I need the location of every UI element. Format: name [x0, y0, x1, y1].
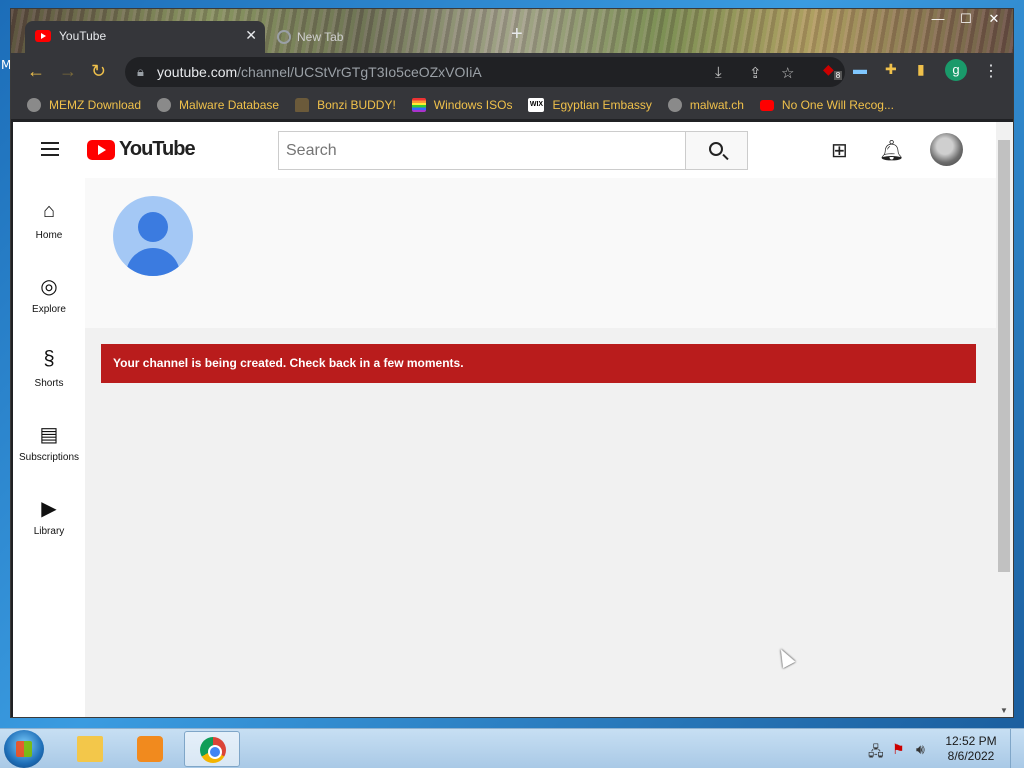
- sidebar-item-subscriptions[interactable]: ▤ Subscriptions: [13, 422, 85, 463]
- globe-icon: [157, 98, 172, 112]
- back-arrow-icon[interactable]: ←: [27, 61, 45, 82]
- globe-icon: [667, 98, 682, 112]
- sidebar-item-library[interactable]: ▶ Library: [13, 496, 85, 537]
- browser-window: YouTube ✕ New Tab + — ☐ ✕ ← → ↻ 🔒︎ youtu…: [10, 8, 1014, 718]
- close-window-button[interactable]: ✕: [985, 11, 1003, 27]
- tab-youtube[interactable]: YouTube ✕: [25, 21, 265, 53]
- lock-icon: 🔒︎: [137, 64, 144, 79]
- chrome-menu-icon[interactable]: ⋮: [983, 61, 999, 81]
- bookmark-bonzi-buddy[interactable]: Bonzi BUDDY!: [295, 98, 396, 112]
- scroll-down-arrow-icon[interactable]: ▼: [1000, 706, 1008, 715]
- youtube-icon: [759, 99, 774, 111]
- bonzi-icon: [295, 98, 310, 112]
- subscriptions-icon: ▤: [39, 424, 59, 446]
- library-icon: ▶: [41, 498, 57, 520]
- taskbar: 🖧︎ ⚑ 🔊︎ 12:52 PM 8/6/2022: [0, 728, 1024, 768]
- close-tab-icon[interactable]: ✕: [245, 27, 257, 44]
- bookmark-no-one-will-recognize[interactable]: No One Will Recog...: [759, 98, 894, 112]
- sidebar-item-explore[interactable]: ◎ Explore: [13, 274, 85, 315]
- channel-header: [85, 178, 996, 328]
- clock-date: 8/6/2022: [947, 749, 995, 763]
- bookmarks-bar: MEMZ Download Malware Database Bonzi BUD…: [11, 91, 1013, 119]
- chrome-icon: [200, 737, 226, 763]
- channel-creating-alert: Your channel is being created. Check bac…: [101, 344, 976, 383]
- taskbar-explorer[interactable]: [62, 731, 118, 767]
- bookmark-star-icon[interactable]: ☆: [781, 64, 794, 82]
- start-button[interactable]: [4, 730, 44, 768]
- side-panel-icon[interactable]: ▮: [917, 61, 925, 78]
- search-field[interactable]: [278, 131, 686, 170]
- bookmark-malwatch[interactable]: malwat.ch: [667, 98, 744, 112]
- sidebar-item-shorts[interactable]: § Shorts: [13, 348, 85, 389]
- tab-title: New Tab: [297, 30, 344, 44]
- media-player-icon: [137, 736, 163, 762]
- sidebar-item-home[interactable]: ⌂ Home: [13, 200, 85, 241]
- clock-time: 12:52 PM: [945, 734, 997, 748]
- puzzle-extensions-icon[interactable]: ✚: [885, 61, 897, 78]
- flag-extension-icon[interactable]: ▬: [853, 61, 867, 77]
- action-center-flag-icon[interactable]: ⚑: [892, 741, 905, 758]
- network-icon[interactable]: 🖧︎: [868, 741, 884, 765]
- show-desktop-button[interactable]: [1010, 729, 1024, 768]
- bookmark-memz-download[interactable]: MEMZ Download: [27, 98, 141, 112]
- home-icon: ⌂: [42, 200, 56, 222]
- create-video-icon[interactable]: ⊞: [831, 138, 848, 163]
- search-button[interactable]: [685, 131, 748, 170]
- globe-icon: [27, 98, 41, 112]
- scrollbar-thumb[interactable]: [998, 140, 1010, 572]
- search-input[interactable]: [279, 132, 685, 169]
- channel-content: Your channel is being created. Check bac…: [85, 328, 996, 717]
- page-scrollbar[interactable]: ▼: [996, 122, 1013, 717]
- address-bar[interactable]: 🔒︎ youtube.com/channel/UCStVrGTgT3Io5ceO…: [125, 57, 845, 87]
- mini-guide-sidebar: ⌂ Home ◎ Explore § Shorts ▤ Subscription…: [13, 178, 85, 717]
- system-clock[interactable]: 12:52 PM 8/6/2022: [940, 734, 1002, 764]
- bookmark-malware-database[interactable]: Malware Database: [157, 98, 279, 112]
- youtube-logo[interactable]: YouTube: [87, 138, 196, 161]
- chrome-favicon-icon: [277, 30, 291, 44]
- youtube-play-icon: [87, 139, 115, 160]
- hamburger-menu-icon[interactable]: [41, 142, 59, 156]
- taskbar-media-player[interactable]: [122, 731, 178, 767]
- youtube-page: YouTube ⊞ 🔔︎ ⌂ Home ◎ Explore § S: [13, 122, 1013, 717]
- tab-new-tab[interactable]: New Tab: [273, 23, 493, 51]
- bookmark-egyptian-embassy[interactable]: WIX Egyptian Embassy: [528, 98, 652, 112]
- new-tab-button[interactable]: +: [511, 23, 523, 46]
- notifications-bell-icon[interactable]: 🔔︎: [879, 138, 904, 163]
- channel-avatar: [113, 196, 193, 276]
- folder-icon: [77, 736, 103, 762]
- bookmark-windows-isos[interactable]: Windows ISOs: [411, 98, 512, 112]
- shorts-icon: §: [43, 348, 55, 370]
- volume-icon[interactable]: 🔊︎: [916, 741, 925, 758]
- youtube-header: YouTube ⊞ 🔔︎: [13, 122, 996, 178]
- ublock-extension-icon[interactable]: ◆ 8: [823, 61, 843, 80]
- install-icon[interactable]: ⤓: [715, 64, 722, 81]
- window-controls: — ☐ ✕: [929, 11, 1003, 27]
- search-icon: [709, 142, 723, 156]
- tab-title: YouTube: [59, 29, 107, 43]
- rainbow-flag-icon: [411, 98, 426, 112]
- profile-avatar[interactable]: g: [945, 59, 967, 81]
- account-avatar[interactable]: [930, 133, 963, 166]
- taskbar-chrome[interactable]: [184, 731, 240, 767]
- user-silhouette-icon: [138, 212, 168, 242]
- share-icon[interactable]: ⇪: [749, 64, 762, 82]
- forward-arrow-icon[interactable]: →: [59, 61, 77, 82]
- compass-icon: ◎: [40, 276, 58, 298]
- reload-icon[interactable]: ↻: [91, 61, 106, 82]
- minimize-button[interactable]: —: [929, 11, 947, 27]
- url-text: youtube.com/channel/UCStVrGTgT3Io5ceOZxV…: [157, 64, 482, 80]
- youtube-favicon-icon: [35, 30, 51, 42]
- wix-icon: WIX: [528, 98, 545, 112]
- browser-toolbar: ← → ↻ 🔒︎ youtube.com/channel/UCStVrGTgT3…: [11, 53, 1013, 91]
- maximize-button[interactable]: ☐: [957, 11, 975, 27]
